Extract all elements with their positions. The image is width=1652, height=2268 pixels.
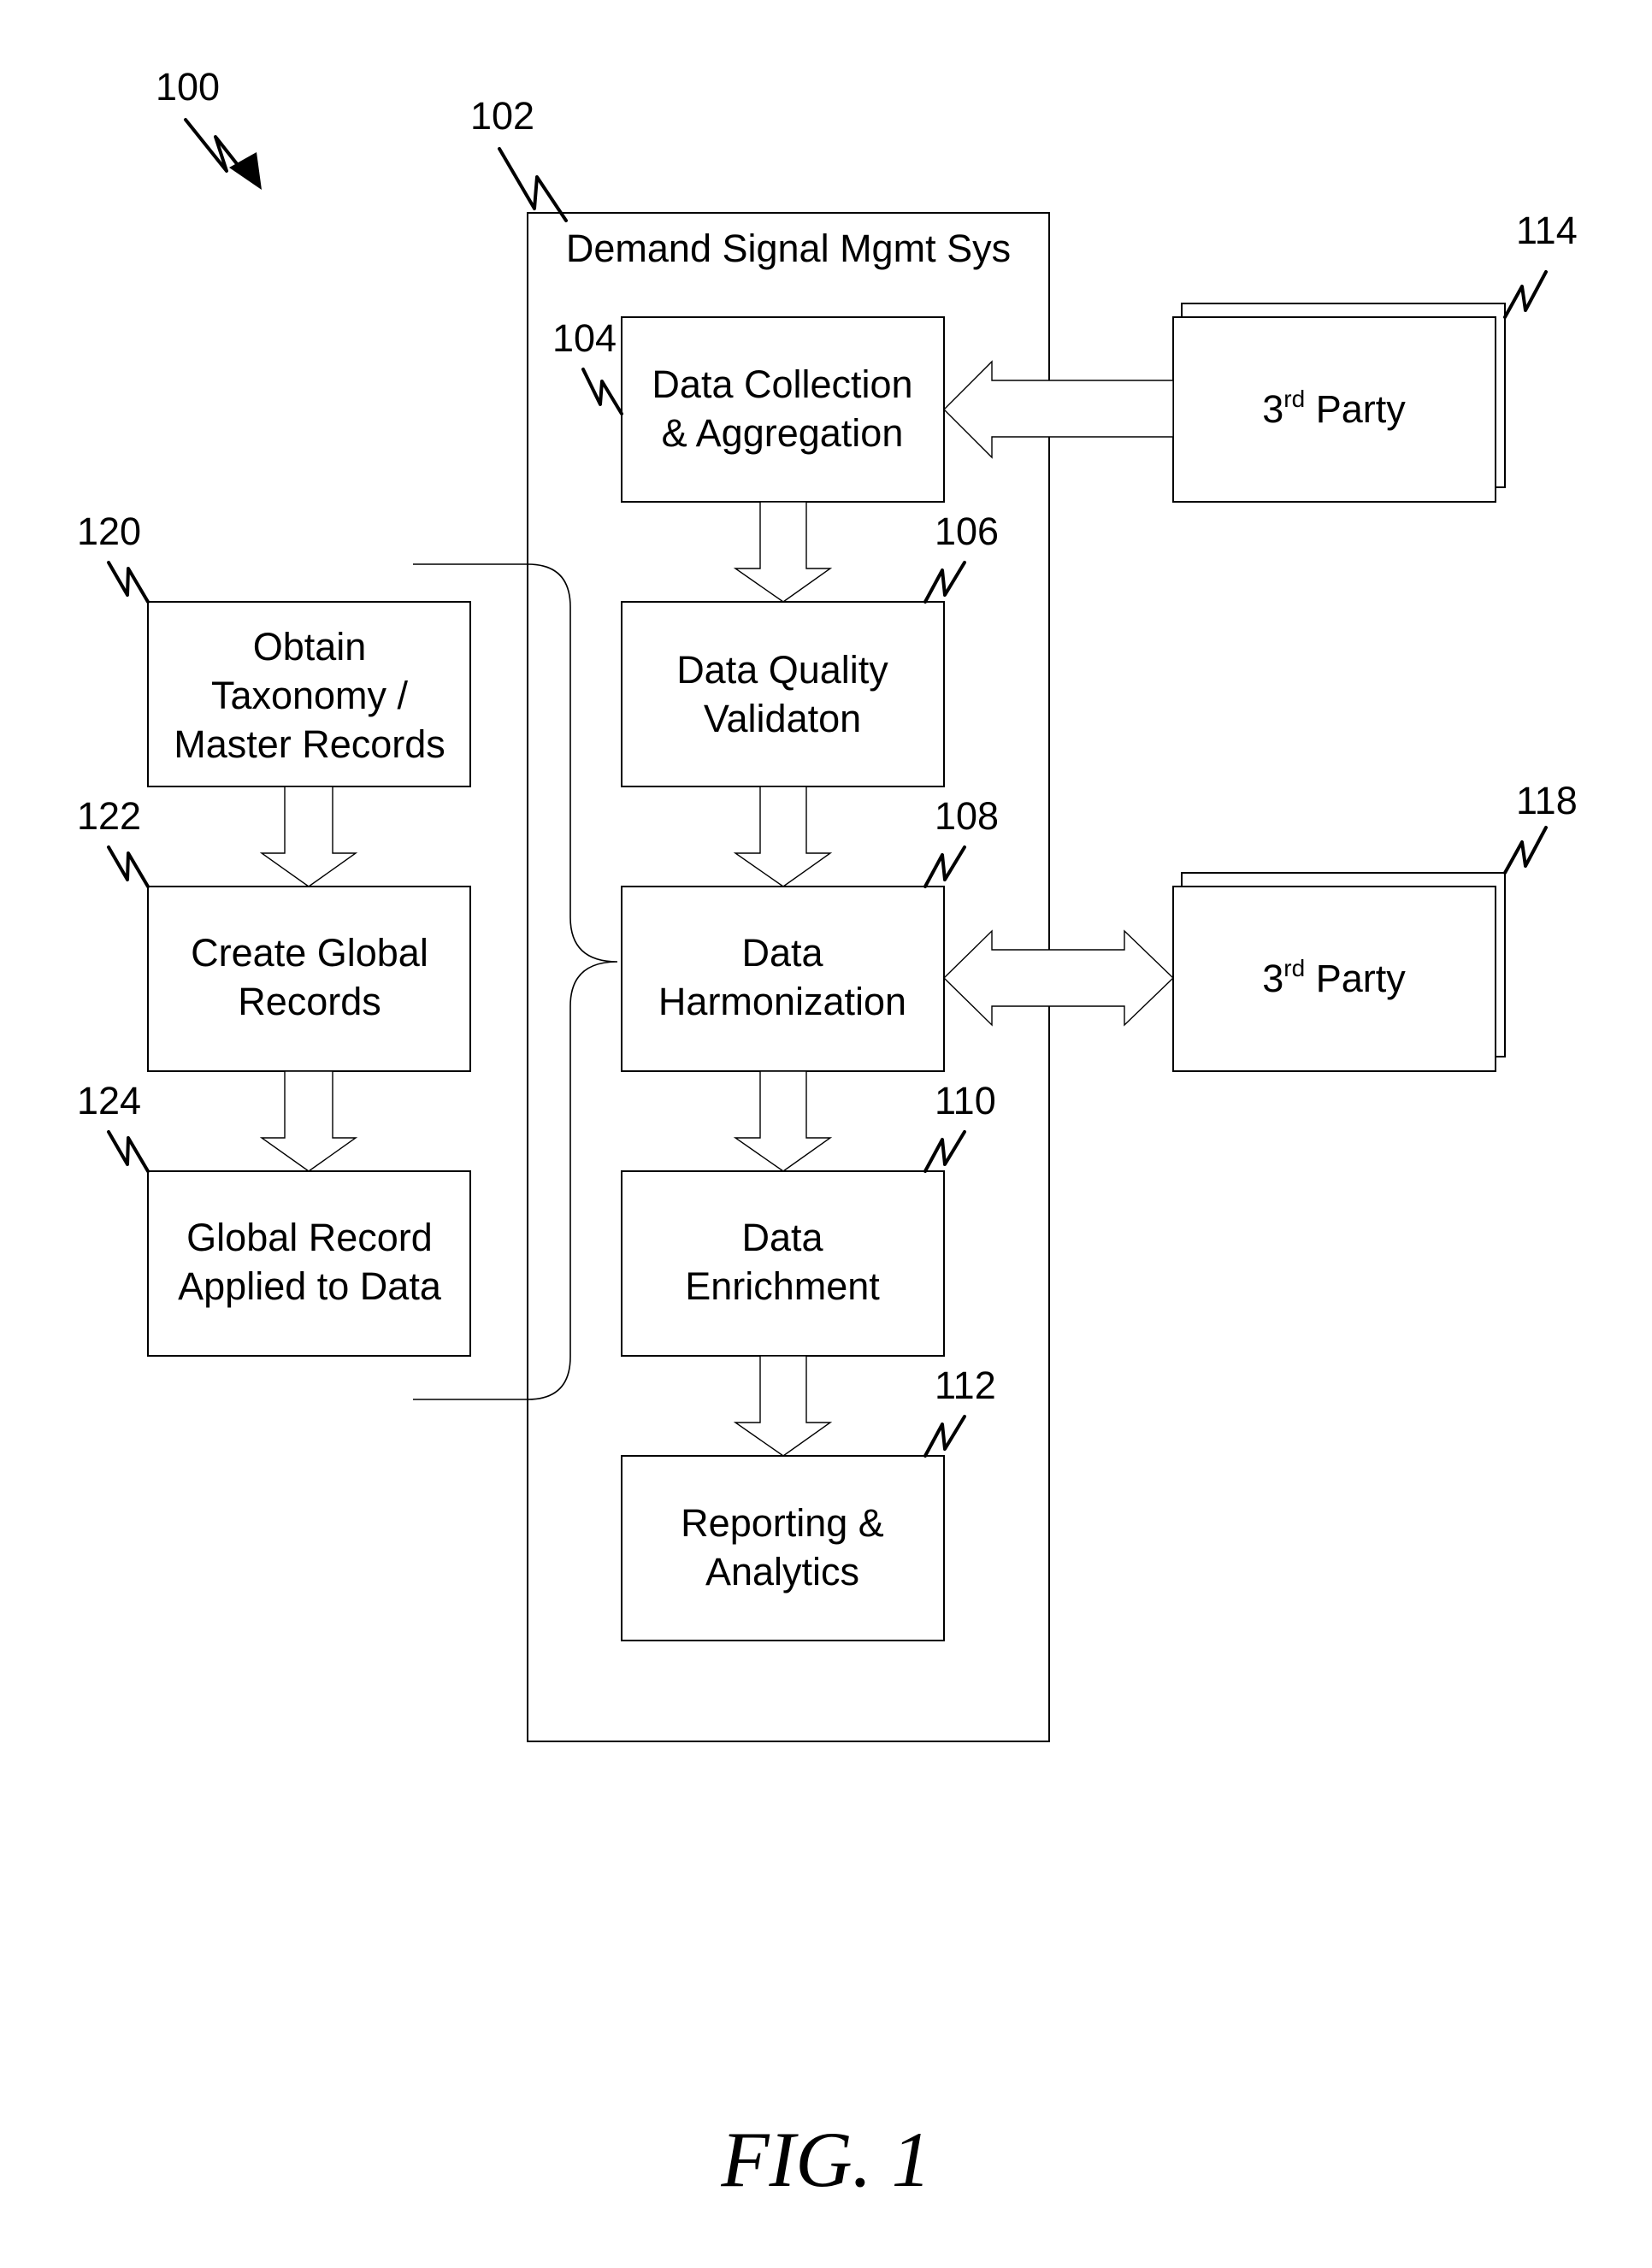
ref-leader-118-icon bbox=[1503, 826, 1548, 875]
ref-label-104: 104 bbox=[552, 316, 617, 360]
system-title: Demand Signal Mgmt Sys bbox=[566, 227, 1011, 270]
step-box-122 bbox=[147, 886, 471, 1072]
ref-label-114: 114 bbox=[1516, 209, 1578, 252]
step-text-line: Reporting & bbox=[681, 1501, 884, 1545]
ref-leader-122-icon bbox=[107, 845, 150, 888]
step-text-line: & Aggregation bbox=[662, 411, 904, 455]
step-box-104 bbox=[621, 316, 945, 503]
step-text-line: Enrichment bbox=[685, 1264, 880, 1308]
ref-label-100: 100 bbox=[156, 65, 220, 109]
step-text-line: Obtain bbox=[253, 625, 367, 669]
ref-leader-120-icon bbox=[107, 561, 150, 604]
ref-leader-102-icon bbox=[498, 147, 568, 222]
step-text-line: Master Records bbox=[174, 722, 445, 766]
ref-label-106: 106 bbox=[935, 510, 999, 553]
step-box-106 bbox=[621, 601, 945, 787]
step-120: Obtain Taxonomy / Master Records 120 bbox=[77, 510, 471, 787]
ref-arrow-100-icon bbox=[184, 118, 262, 190]
step-text-line: Data Quality bbox=[676, 648, 888, 692]
ref-label-120: 120 bbox=[77, 510, 141, 553]
step-text-line: Harmonization bbox=[658, 980, 906, 1023]
figure-caption: FIG. 1 bbox=[720, 2116, 930, 2203]
step-text-line: Data bbox=[741, 1216, 823, 1259]
ref-label-108: 108 bbox=[935, 794, 999, 838]
ref-label-112: 112 bbox=[935, 1364, 996, 1407]
ref-label-124: 124 bbox=[77, 1079, 141, 1122]
ref-leader-124-icon bbox=[107, 1130, 150, 1173]
step-box-112 bbox=[621, 1455, 945, 1641]
ref-leader-114-icon bbox=[1503, 270, 1548, 319]
step-box-110 bbox=[621, 1170, 945, 1357]
step-text-line: Applied to Data bbox=[178, 1264, 442, 1308]
step-text-line: Create Global bbox=[191, 931, 428, 975]
step-122: Create Global Records 122 bbox=[77, 794, 471, 1072]
step-box-124 bbox=[147, 1170, 471, 1357]
patent-figure: 100 102 Demand Signal Mgmt Sys Data Coll… bbox=[0, 0, 1652, 2268]
ref-label-110: 110 bbox=[935, 1079, 996, 1122]
step-text-line: Taxonomy / bbox=[211, 674, 409, 717]
diagram-svg: 100 102 Demand Signal Mgmt Sys Data Coll… bbox=[77, 65, 1578, 2203]
step-text-line: Data bbox=[741, 931, 823, 975]
step-text-line: Validaton bbox=[704, 697, 861, 740]
arrow-down-122-124-icon bbox=[259, 1070, 358, 1172]
step-box-108 bbox=[621, 886, 945, 1072]
step-124: Global Record Applied to Data 124 bbox=[77, 1079, 471, 1357]
third-party-118: 3rd Party 118 bbox=[1172, 779, 1578, 1072]
ref-label-118: 118 bbox=[1516, 779, 1578, 822]
step-text-line: Records bbox=[238, 980, 381, 1023]
arrow-bidirectional-108-118-icon bbox=[943, 929, 1175, 1027]
step-text-line: Analytics bbox=[705, 1550, 859, 1593]
third-party-114: 3rd Party 114 bbox=[1172, 209, 1578, 503]
ref-label-102: 102 bbox=[470, 94, 534, 138]
step-text-line: Data Collection bbox=[652, 362, 912, 406]
arrow-down-120-122-icon bbox=[259, 786, 358, 887]
ref-label-122: 122 bbox=[77, 794, 141, 838]
step-text-line: Global Record bbox=[186, 1216, 433, 1259]
arrow-in-114-104-icon bbox=[943, 360, 1174, 459]
